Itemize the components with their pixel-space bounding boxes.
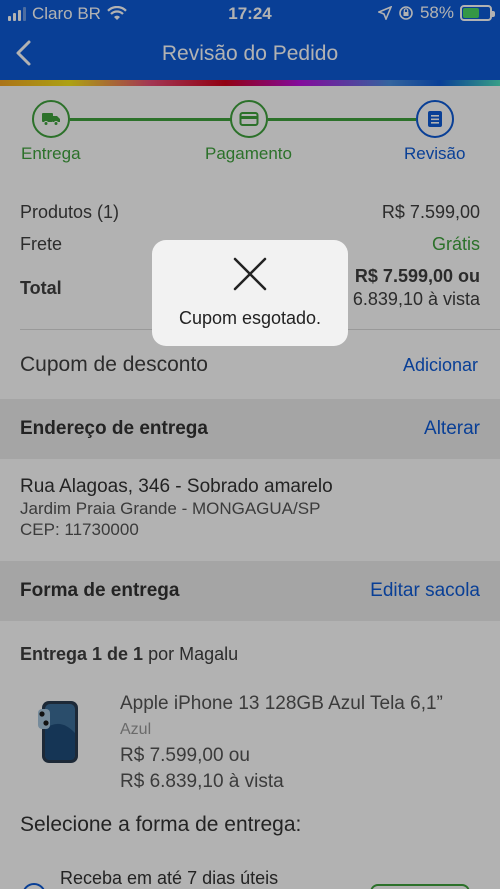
toast-text: Cupom esgotado. <box>178 308 322 328</box>
close-icon <box>233 257 267 291</box>
toast-message: Cupom esgotado. <box>152 240 348 346</box>
modal-overlay <box>0 0 500 889</box>
